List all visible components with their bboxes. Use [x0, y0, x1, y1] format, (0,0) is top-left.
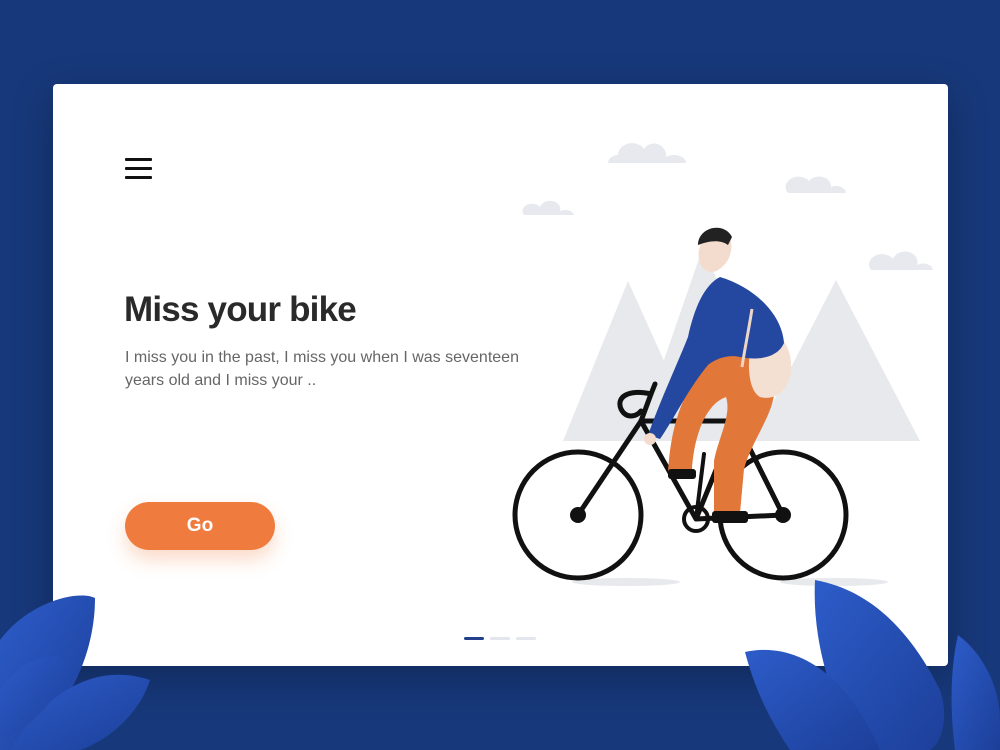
cloud-icon	[785, 176, 846, 193]
menu-icon[interactable]	[125, 158, 153, 182]
hero-description: I miss you in the past, I miss you when …	[125, 349, 519, 389]
cloud-icon	[869, 251, 933, 270]
cloud-icon	[608, 143, 687, 163]
hero-card: Miss your bike I miss you in the past, I…	[53, 84, 948, 666]
cloud-icon	[522, 200, 574, 215]
pagination-dot-1[interactable]	[464, 637, 484, 640]
pagination-dot-2[interactable]	[490, 637, 510, 640]
wheel-shadow	[780, 578, 888, 586]
go-button[interactable]: Go	[125, 502, 275, 550]
cyclist-illustration	[512, 143, 933, 586]
page-title: Miss your bike	[124, 290, 357, 329]
pagination-dot-3[interactable]	[516, 637, 536, 640]
